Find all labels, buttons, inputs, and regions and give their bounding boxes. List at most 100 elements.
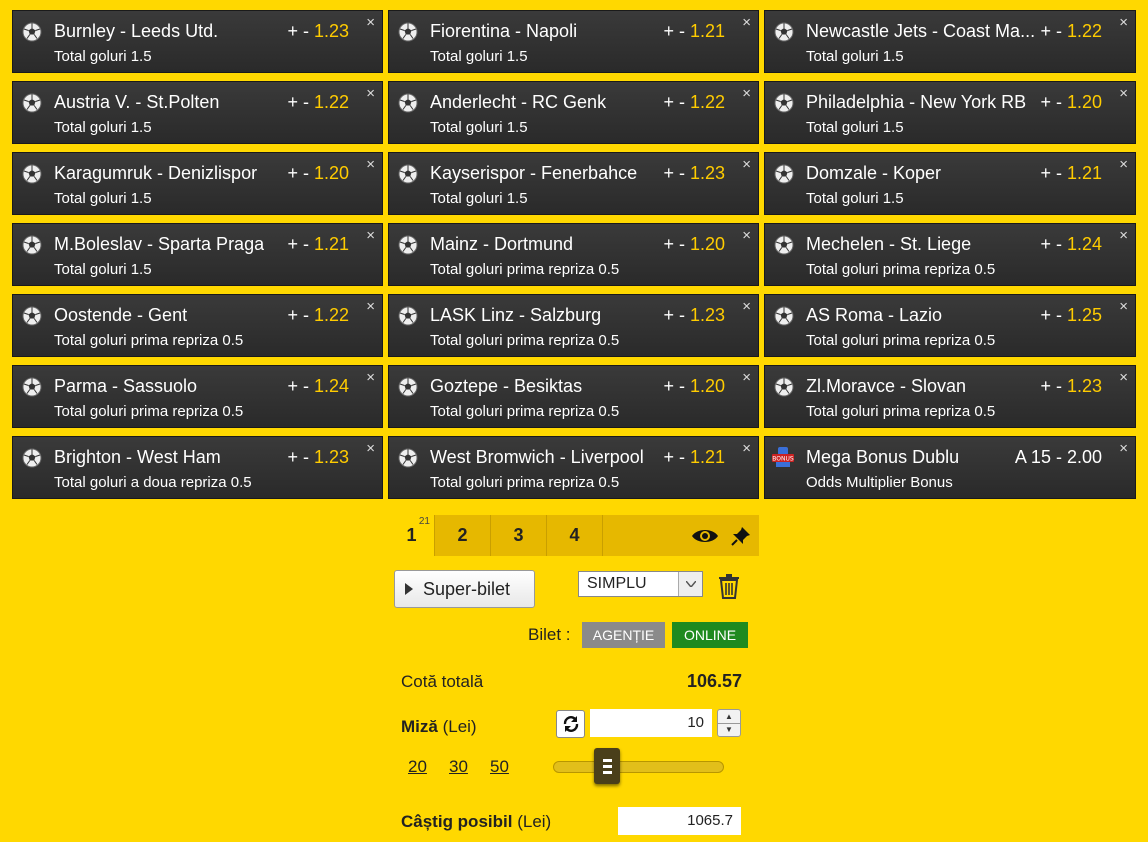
- quick-stake-50[interactable]: 50: [490, 757, 509, 777]
- close-icon[interactable]: ×: [366, 157, 375, 172]
- close-icon[interactable]: ×: [1119, 86, 1128, 101]
- quick-stake-30[interactable]: 30: [449, 757, 468, 777]
- odds-prefix: + -: [663, 234, 690, 254]
- odds: + - 1.20: [663, 234, 725, 255]
- super-bilet-button[interactable]: Super-bilet: [394, 570, 535, 608]
- tab-ticket-2[interactable]: 2: [435, 515, 491, 556]
- match-name: Burnley - Leeds Utd.: [54, 21, 219, 41]
- bet-selection-card[interactable]: Parma - Sassuolo Total goluri prima repri…: [12, 365, 383, 428]
- odds-value: 1.22: [689, 92, 725, 112]
- close-icon[interactable]: ×: [366, 228, 375, 243]
- bet-selection-card[interactable]: Goztepe - Besiktas Total goluri prima rep…: [388, 365, 759, 428]
- odds-prefix: + -: [287, 447, 314, 467]
- bonus-card[interactable]: BONUS Mega Bonus Dublu Odds Multiplier Bon…: [764, 436, 1136, 499]
- chevron-up-icon[interactable]: ▲: [718, 710, 740, 724]
- market-name: Total goluri 1.5: [54, 119, 152, 136]
- bet-selection-card[interactable]: Austria V. - St.Polten Total goluri 1.5 + …: [12, 81, 383, 144]
- close-icon[interactable]: ×: [1119, 370, 1128, 385]
- bet-selection-card[interactable]: LASK Linz - Salzburg Total goluri prima r…: [388, 294, 759, 357]
- odds-prefix: + -: [663, 447, 690, 467]
- agentie-button[interactable]: AGENȚIE: [582, 622, 665, 648]
- bet-selection-card[interactable]: M.Boleslav - Sparta Praga Total goluri 1.…: [12, 223, 383, 286]
- close-icon[interactable]: ×: [1119, 228, 1128, 243]
- total-odds-value: 106.57: [686, 671, 742, 691]
- bilet-label: Bilet :: [528, 625, 571, 644]
- stake-label-text: Miză: [401, 717, 438, 736]
- online-button[interactable]: ONLINE: [672, 622, 748, 648]
- pin-icon[interactable]: [723, 515, 759, 556]
- odds: + - 1.20: [287, 163, 349, 184]
- stake-stepper[interactable]: ▲ ▼: [717, 709, 741, 737]
- stake-slider-track[interactable]: [553, 761, 724, 773]
- soccer-ball-icon: [398, 164, 418, 184]
- possible-win-label-text: Câștig posibil: [401, 812, 513, 831]
- close-icon[interactable]: ×: [366, 15, 375, 30]
- tab-ticket-4[interactable]: 4: [547, 515, 603, 556]
- bet-selection-card[interactable]: Mainz - Dortmund Total goluri prima repri…: [388, 223, 759, 286]
- bet-selection-card[interactable]: Domzale - Koper Total goluri 1.5 + - 1.21 ×: [764, 152, 1136, 215]
- odds-prefix: + -: [287, 305, 314, 325]
- close-icon[interactable]: ×: [366, 370, 375, 385]
- soccer-ball-icon: [774, 235, 794, 255]
- odds-value: 1.21: [313, 234, 349, 254]
- odds: + - 1.23: [287, 21, 349, 42]
- bet-selection-card[interactable]: Oostende - Gent Total goluri prima repriz…: [12, 294, 383, 357]
- bet-selection-card[interactable]: Fiorentina - Napoli Total goluri 1.5 + - 1…: [388, 10, 759, 73]
- stake-input[interactable]: 10: [590, 709, 712, 737]
- close-icon[interactable]: ×: [366, 441, 375, 456]
- bet-selection-card[interactable]: Newcastle Jets - Coast Ma... Total goluri…: [764, 10, 1136, 73]
- odds-prefix: + -: [287, 163, 314, 183]
- odds-prefix: + -: [1040, 21, 1067, 41]
- bet-selection-card[interactable]: Zl.Moravce - Slovan Total goluri prima re…: [764, 365, 1136, 428]
- close-icon[interactable]: ×: [1119, 15, 1128, 30]
- tab-ticket-1[interactable]: 1 21: [389, 515, 435, 556]
- market-name: Total goluri prima repriza 0.5: [430, 403, 620, 420]
- bet-selection-card[interactable]: Burnley - Leeds Utd. Total goluri 1.5 + - …: [12, 10, 383, 73]
- close-icon[interactable]: ×: [366, 299, 375, 314]
- close-icon[interactable]: ×: [742, 370, 751, 385]
- bet-selection-card[interactable]: Brighton - West Ham Total goluri a doua r…: [12, 436, 383, 499]
- odds: + - 1.20: [663, 376, 725, 397]
- close-icon[interactable]: ×: [366, 86, 375, 101]
- close-icon[interactable]: ×: [1119, 299, 1128, 314]
- close-icon[interactable]: ×: [742, 441, 751, 456]
- match-name: Newcastle Jets - Coast Ma...: [806, 21, 1036, 41]
- odds-prefix: + -: [1040, 163, 1067, 183]
- bet-selection-card[interactable]: Mechelen - St. Liege Total goluri prima r…: [764, 223, 1136, 286]
- bet-selection-card[interactable]: Kayserispor - Fenerbahce Total goluri 1.5…: [388, 152, 759, 215]
- trash-icon[interactable]: [718, 573, 740, 599]
- chevron-down-icon[interactable]: ▼: [718, 724, 740, 737]
- close-icon[interactable]: ×: [742, 15, 751, 30]
- close-icon[interactable]: ×: [742, 157, 751, 172]
- bet-selection-card[interactable]: Karagumruk - Denizlispor Total goluri 1.5…: [12, 152, 383, 215]
- stake-slider-handle[interactable]: [594, 748, 620, 784]
- soccer-ball-icon: [774, 306, 794, 326]
- bet-selection-card[interactable]: West Bromwich - Liverpool Total goluri pr…: [388, 436, 759, 499]
- close-icon[interactable]: ×: [742, 299, 751, 314]
- close-icon[interactable]: ×: [742, 228, 751, 243]
- market-name: Total goluri 1.5: [54, 261, 152, 278]
- soccer-ball-icon: [22, 448, 42, 468]
- match-name: Fiorentina - Napoli: [430, 21, 578, 41]
- close-icon[interactable]: ×: [1119, 157, 1128, 172]
- close-icon[interactable]: ×: [742, 86, 751, 101]
- refresh-icon[interactable]: [556, 710, 585, 738]
- bet-selection-card[interactable]: Anderlecht - RC Genk Total goluri 1.5 + - …: [388, 81, 759, 144]
- close-icon[interactable]: ×: [1119, 441, 1128, 456]
- bet-selection-card[interactable]: Philadelphia - New York RB Total goluri 1…: [764, 81, 1136, 144]
- tab-ticket-3[interactable]: 3: [491, 515, 547, 556]
- odds-prefix: + -: [287, 21, 314, 41]
- match-name: Austria V. - St.Polten: [54, 92, 220, 112]
- soccer-ball-icon: [398, 377, 418, 397]
- odds: + - 1.23: [287, 447, 349, 468]
- bonus-name: Mega Bonus Dublu: [806, 447, 960, 467]
- market-name: Total goluri prima repriza 0.5: [806, 332, 996, 349]
- bet-selection-card[interactable]: AS Roma - Lazio Total goluri prima repriz…: [764, 294, 1136, 357]
- possible-win-value: 1065.7: [618, 807, 741, 835]
- odds: + - 1.22: [663, 92, 725, 113]
- market-name: Total goluri 1.5: [806, 48, 904, 65]
- quick-stake-20[interactable]: 20: [408, 757, 427, 777]
- ticket-type-select[interactable]: SIMPLU: [578, 571, 703, 597]
- match-name: Oostende - Gent: [54, 305, 188, 325]
- eye-icon[interactable]: [687, 515, 723, 556]
